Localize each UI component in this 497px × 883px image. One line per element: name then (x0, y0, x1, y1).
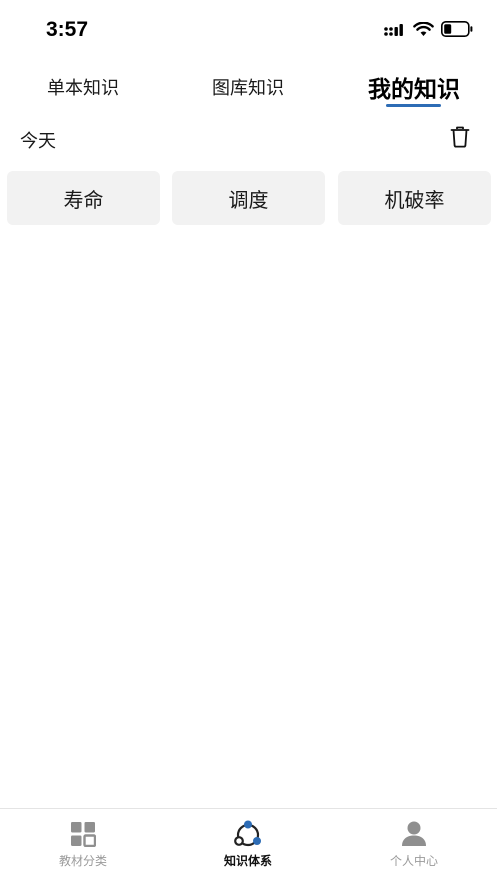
knowledge-item-failure-rate[interactable]: 机破率 (338, 171, 491, 225)
nav-label: 知识体系 (223, 854, 272, 868)
status-time: 3:57 (46, 18, 89, 41)
knowledge-item-lifespan[interactable]: 寿命 (7, 171, 160, 225)
tab-gallery-knowledge[interactable]: 图库知识 (165, 62, 331, 112)
nav-label: 个人中心 (389, 854, 438, 868)
app-screen: 3:57 单本知识 图库知识 我的知识 今天 寿命 调度 机破率 教材分类 知识… (0, 0, 497, 883)
status-icons (384, 21, 473, 41)
bottom-nav: 教材分类 知识体系 个人中心 (0, 808, 497, 883)
knowledge-item-dispatch[interactable]: 调度 (172, 171, 325, 225)
grid-icon (68, 819, 98, 849)
delete-button[interactable] (449, 126, 471, 152)
section-header: 今天 (0, 118, 497, 158)
person-icon (399, 819, 429, 849)
nav-item-knowledge-system[interactable]: 知识体系 (165, 809, 331, 883)
battery-icon (441, 21, 473, 41)
tab-single-book-knowledge[interactable]: 单本知识 (0, 62, 166, 112)
status-bar: 3:57 (0, 0, 497, 62)
wifi-icon (413, 21, 434, 41)
cellular-signal-icon (384, 22, 406, 41)
knowledge-grid: 寿命 调度 机破率 (7, 171, 491, 225)
trash-icon (450, 126, 470, 152)
nav-label: 教材分类 (58, 854, 107, 868)
nav-item-textbook-category[interactable]: 教材分类 (0, 809, 166, 883)
nav-item-personal-center[interactable]: 个人中心 (331, 809, 497, 883)
active-tab-indicator (386, 104, 441, 107)
network-icon (233, 819, 263, 849)
section-title: 今天 (20, 131, 56, 152)
